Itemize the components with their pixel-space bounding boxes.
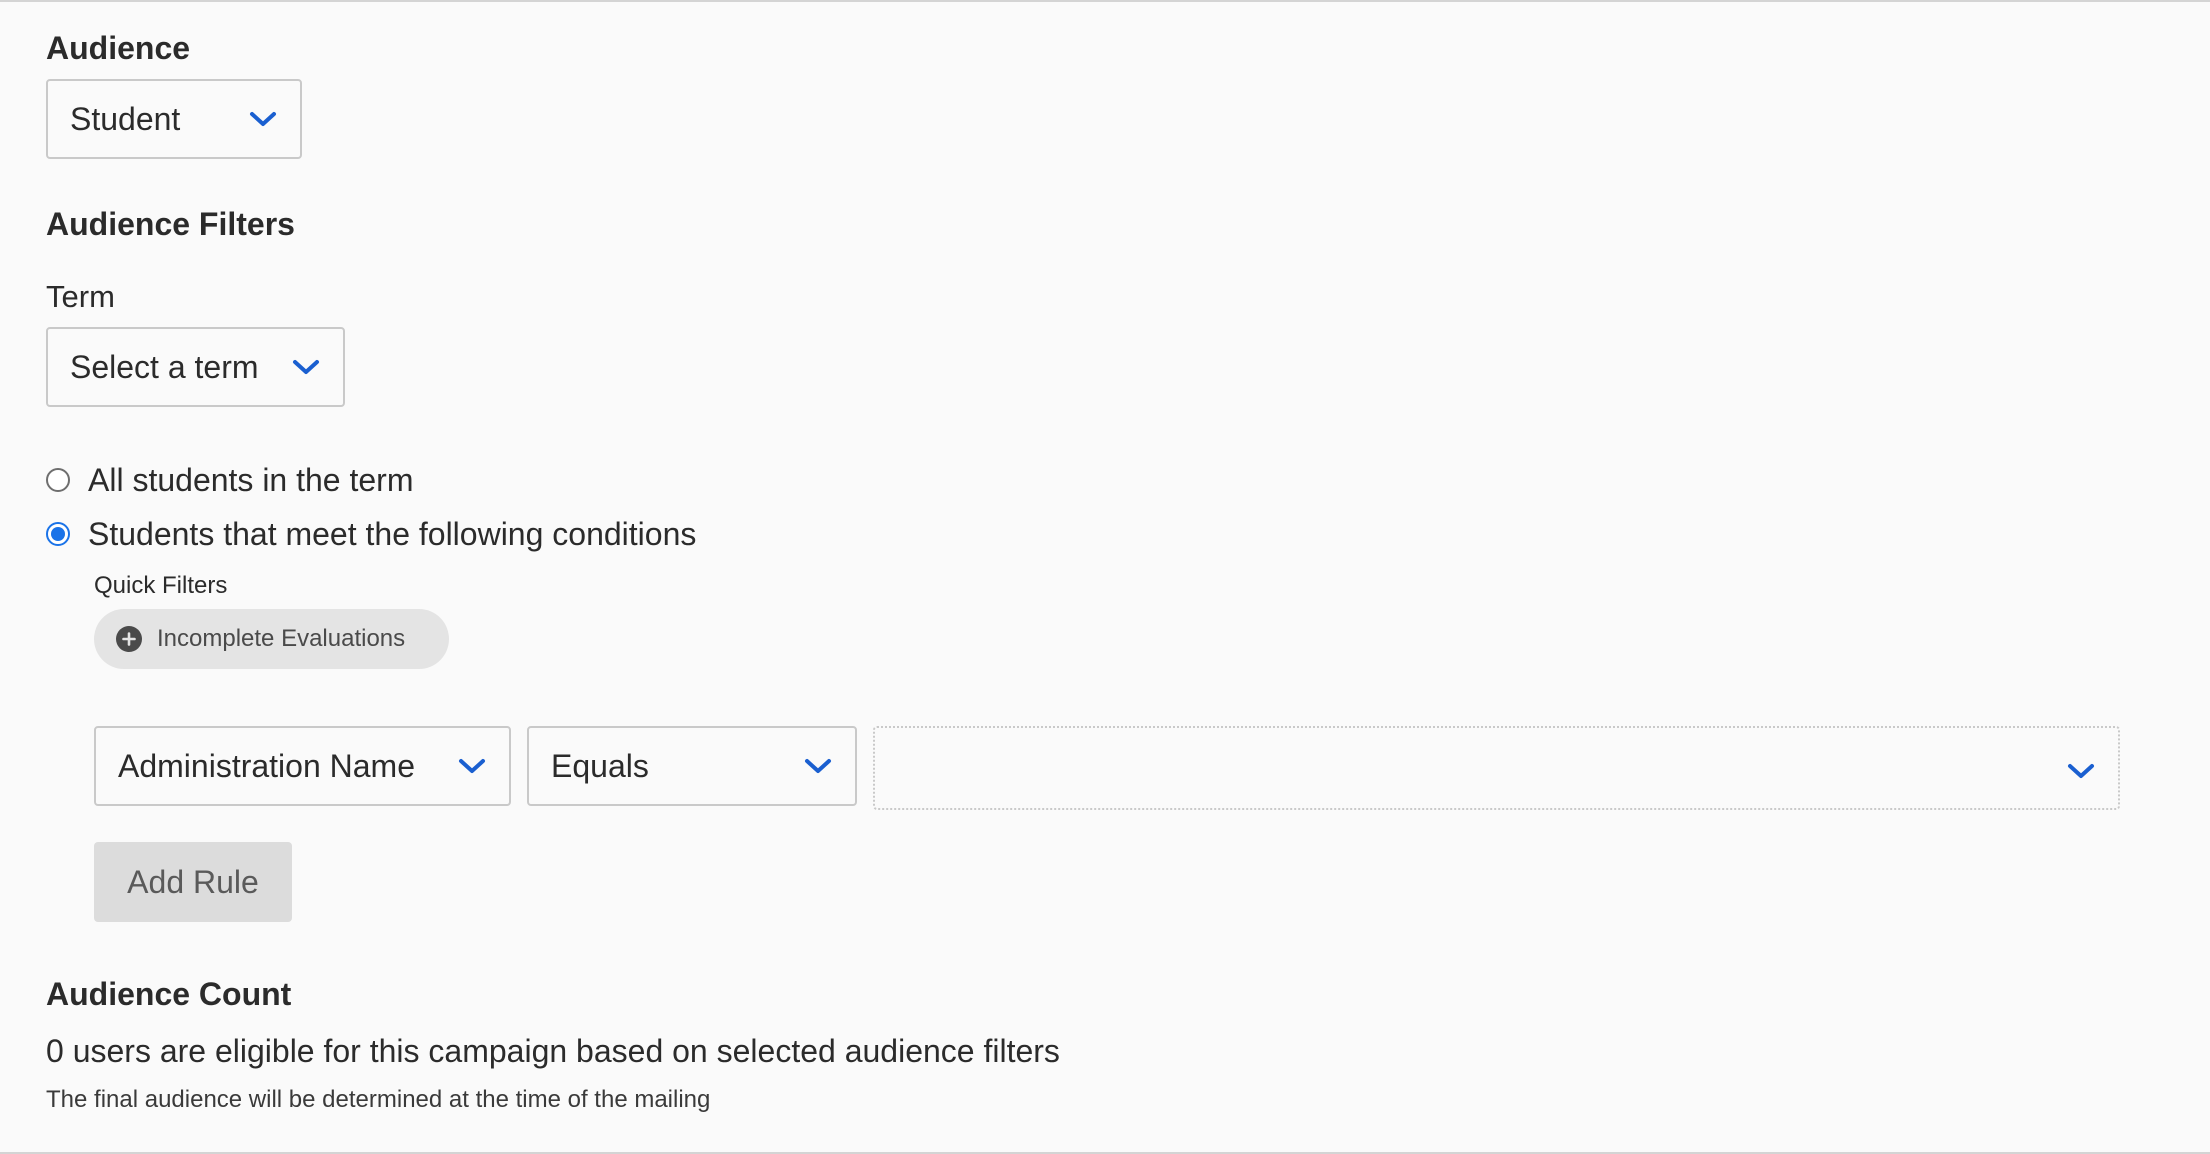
term-select-value: Select a term — [70, 348, 259, 385]
rule-operator-select[interactable]: Equals — [527, 726, 857, 806]
chevron-down-icon — [291, 357, 321, 377]
term-select[interactable]: Select a term — [46, 327, 345, 407]
audience-select[interactable]: Student — [46, 79, 302, 159]
chevron-down-icon — [803, 756, 833, 776]
rule-field-select[interactable]: Administration Name — [94, 726, 511, 806]
audience-heading: Audience — [46, 30, 191, 66]
quick-filter-chip[interactable]: Incomplete Evaluations — [94, 609, 449, 669]
add-rule-button[interactable]: Add Rule — [94, 842, 292, 922]
rule-value-select[interactable] — [873, 726, 2120, 810]
radio-button-selected[interactable] — [46, 522, 70, 546]
audience-select-value: Student — [70, 100, 181, 137]
plus-circle-icon — [116, 626, 142, 652]
chevron-down-icon — [248, 109, 278, 129]
chevron-down-icon — [2066, 761, 2096, 781]
audience-count-heading: Audience Count — [46, 976, 292, 1012]
term-label: Term — [46, 279, 115, 314]
radio-conditions[interactable]: Students that meet the following conditi… — [46, 514, 696, 554]
rule-operator-value: Equals — [551, 747, 649, 784]
radio-conditions-label: Students that meet the following conditi… — [88, 515, 697, 552]
radio-all-students[interactable]: All students in the term — [46, 460, 413, 500]
audience-filters-heading: Audience Filters — [46, 206, 295, 242]
audience-count-note: The final audience will be determined at… — [46, 1086, 711, 1113]
audience-count-summary: 0 users are eligible for this campaign b… — [46, 1033, 1060, 1069]
quick-filter-chip-label: Incomplete Evaluations — [157, 625, 406, 652]
radio-all-students-label: All students in the term — [88, 461, 414, 498]
chevron-down-icon — [457, 756, 487, 776]
radio-button[interactable] — [46, 468, 70, 492]
quick-filters-label: Quick Filters — [94, 572, 228, 599]
top-divider — [0, 0, 2210, 2]
rule-field-value: Administration Name — [118, 747, 415, 784]
